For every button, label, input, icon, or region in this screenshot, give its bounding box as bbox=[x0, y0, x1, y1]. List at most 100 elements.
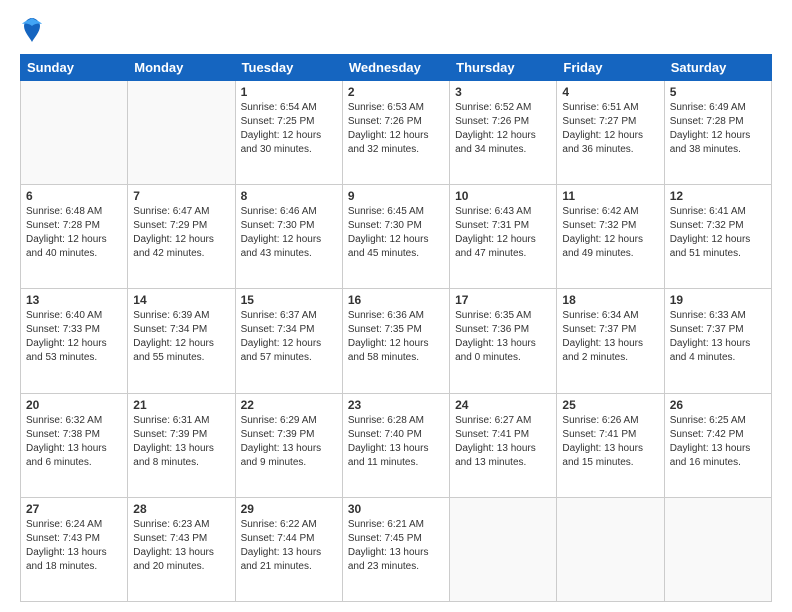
weekday-header-tuesday: Tuesday bbox=[235, 55, 342, 81]
day-number: 28 bbox=[133, 502, 229, 516]
day-info: Sunrise: 6:41 AM Sunset: 7:32 PM Dayligh… bbox=[670, 205, 766, 261]
weekday-header-monday: Monday bbox=[128, 55, 235, 81]
logo-bird-icon bbox=[20, 16, 44, 44]
calendar-cell: 5Sunrise: 6:49 AM Sunset: 7:28 PM Daylig… bbox=[664, 81, 771, 185]
day-info: Sunrise: 6:23 AM Sunset: 7:43 PM Dayligh… bbox=[133, 518, 229, 574]
day-number: 7 bbox=[133, 189, 229, 203]
day-info: Sunrise: 6:52 AM Sunset: 7:26 PM Dayligh… bbox=[455, 101, 551, 157]
weekday-header-row: SundayMondayTuesdayWednesdayThursdayFrid… bbox=[21, 55, 772, 81]
day-info: Sunrise: 6:43 AM Sunset: 7:31 PM Dayligh… bbox=[455, 205, 551, 261]
day-info: Sunrise: 6:36 AM Sunset: 7:35 PM Dayligh… bbox=[348, 309, 444, 365]
calendar-cell: 11 Sunrise: 6:42 AM Sunset: 7:32 PM Dayli… bbox=[557, 185, 664, 289]
calendar-cell: 28 Sunrise: 6:23 AM Sunset: 7:43 PM Dayli… bbox=[128, 497, 235, 601]
day-info: Sunrise: 6:48 AM Sunset: 7:28 PM Dayligh… bbox=[26, 205, 122, 261]
day-number: 19 bbox=[670, 293, 766, 307]
calendar-cell: 1Sunrise: 6:54 AM Sunset: 7:25 PM Daylig… bbox=[235, 81, 342, 185]
day-info: Sunrise: 6:42 AM Sunset: 7:32 PM Dayligh… bbox=[562, 205, 658, 261]
day-number: 6 bbox=[26, 189, 122, 203]
logo bbox=[20, 16, 48, 44]
week-row-2: 6 Sunrise: 6:48 AM Sunset: 7:28 PM Daylig… bbox=[21, 185, 772, 289]
weekday-header-wednesday: Wednesday bbox=[342, 55, 449, 81]
day-info: Sunrise: 6:32 AM Sunset: 7:38 PM Dayligh… bbox=[26, 414, 122, 470]
calendar-cell: 20 Sunrise: 6:32 AM Sunset: 7:38 PM Dayli… bbox=[21, 393, 128, 497]
calendar-cell: 26Sunrise: 6:25 AM Sunset: 7:42 PM Dayli… bbox=[664, 393, 771, 497]
day-info: Sunrise: 6:21 AM Sunset: 7:45 PM Dayligh… bbox=[348, 518, 444, 574]
day-number: 18 bbox=[562, 293, 658, 307]
day-info: Sunrise: 6:27 AM Sunset: 7:41 PM Dayligh… bbox=[455, 414, 551, 470]
day-number: 11 bbox=[562, 189, 658, 203]
weekday-header-sunday: Sunday bbox=[21, 55, 128, 81]
day-number: 20 bbox=[26, 398, 122, 412]
weekday-header-thursday: Thursday bbox=[450, 55, 557, 81]
calendar-cell: 17 Sunrise: 6:35 AM Sunset: 7:36 PM Dayli… bbox=[450, 289, 557, 393]
day-info: Sunrise: 6:40 AM Sunset: 7:33 PM Dayligh… bbox=[26, 309, 122, 365]
day-number: 8 bbox=[241, 189, 337, 203]
day-number: 10 bbox=[455, 189, 551, 203]
day-info: Sunrise: 6:54 AM Sunset: 7:25 PM Dayligh… bbox=[241, 101, 337, 157]
calendar-cell bbox=[557, 497, 664, 601]
day-number: 15 bbox=[241, 293, 337, 307]
calendar-cell: 24 Sunrise: 6:27 AM Sunset: 7:41 PM Dayli… bbox=[450, 393, 557, 497]
day-number: 14 bbox=[133, 293, 229, 307]
day-number: 23 bbox=[348, 398, 444, 412]
day-number: 17 bbox=[455, 293, 551, 307]
day-info: Sunrise: 6:51 AM Sunset: 7:27 PM Dayligh… bbox=[562, 101, 658, 157]
day-info: Sunrise: 6:35 AM Sunset: 7:36 PM Dayligh… bbox=[455, 309, 551, 365]
calendar-cell bbox=[21, 81, 128, 185]
calendar-cell: 13 Sunrise: 6:40 AM Sunset: 7:33 PM Dayli… bbox=[21, 289, 128, 393]
calendar-cell bbox=[128, 81, 235, 185]
week-row-3: 13 Sunrise: 6:40 AM Sunset: 7:33 PM Dayli… bbox=[21, 289, 772, 393]
day-info: Sunrise: 6:28 AM Sunset: 7:40 PM Dayligh… bbox=[348, 414, 444, 470]
day-number: 25 bbox=[562, 398, 658, 412]
calendar-cell: 9 Sunrise: 6:45 AM Sunset: 7:30 PM Daylig… bbox=[342, 185, 449, 289]
day-info: Sunrise: 6:53 AM Sunset: 7:26 PM Dayligh… bbox=[348, 101, 444, 157]
day-info: Sunrise: 6:49 AM Sunset: 7:28 PM Dayligh… bbox=[670, 101, 766, 157]
day-number: 22 bbox=[241, 398, 337, 412]
day-number: 29 bbox=[241, 502, 337, 516]
day-number: 3 bbox=[455, 85, 551, 99]
weekday-header-saturday: Saturday bbox=[664, 55, 771, 81]
day-number: 9 bbox=[348, 189, 444, 203]
calendar-cell: 15 Sunrise: 6:37 AM Sunset: 7:34 PM Dayli… bbox=[235, 289, 342, 393]
calendar-cell: 30Sunrise: 6:21 AM Sunset: 7:45 PM Dayli… bbox=[342, 497, 449, 601]
calendar-cell: 22Sunrise: 6:29 AM Sunset: 7:39 PM Dayli… bbox=[235, 393, 342, 497]
calendar-cell: 23 Sunrise: 6:28 AM Sunset: 7:40 PM Dayli… bbox=[342, 393, 449, 497]
calendar-cell: 12 Sunrise: 6:41 AM Sunset: 7:32 PM Dayli… bbox=[664, 185, 771, 289]
calendar-cell: 10 Sunrise: 6:43 AM Sunset: 7:31 PM Dayli… bbox=[450, 185, 557, 289]
calendar-cell: 4Sunrise: 6:51 AM Sunset: 7:27 PM Daylig… bbox=[557, 81, 664, 185]
calendar-table: SundayMondayTuesdayWednesdayThursdayFrid… bbox=[20, 54, 772, 602]
calendar-cell: 7 Sunrise: 6:47 AM Sunset: 7:29 PM Daylig… bbox=[128, 185, 235, 289]
calendar-cell: 3 Sunrise: 6:52 AM Sunset: 7:26 PM Daylig… bbox=[450, 81, 557, 185]
calendar-cell: 8 Sunrise: 6:46 AM Sunset: 7:30 PM Daylig… bbox=[235, 185, 342, 289]
day-number: 13 bbox=[26, 293, 122, 307]
day-info: Sunrise: 6:37 AM Sunset: 7:34 PM Dayligh… bbox=[241, 309, 337, 365]
calendar-cell: 16 Sunrise: 6:36 AM Sunset: 7:35 PM Dayli… bbox=[342, 289, 449, 393]
header bbox=[20, 16, 772, 44]
calendar-cell: 14Sunrise: 6:39 AM Sunset: 7:34 PM Dayli… bbox=[128, 289, 235, 393]
weekday-header-friday: Friday bbox=[557, 55, 664, 81]
day-info: Sunrise: 6:34 AM Sunset: 7:37 PM Dayligh… bbox=[562, 309, 658, 365]
calendar-cell: 19 Sunrise: 6:33 AM Sunset: 7:37 PM Dayli… bbox=[664, 289, 771, 393]
week-row-1: 1Sunrise: 6:54 AM Sunset: 7:25 PM Daylig… bbox=[21, 81, 772, 185]
calendar-cell: 18 Sunrise: 6:34 AM Sunset: 7:37 PM Dayli… bbox=[557, 289, 664, 393]
calendar-cell: 21 Sunrise: 6:31 AM Sunset: 7:39 PM Dayli… bbox=[128, 393, 235, 497]
day-info: Sunrise: 6:31 AM Sunset: 7:39 PM Dayligh… bbox=[133, 414, 229, 470]
day-info: Sunrise: 6:22 AM Sunset: 7:44 PM Dayligh… bbox=[241, 518, 337, 574]
day-number: 24 bbox=[455, 398, 551, 412]
day-info: Sunrise: 6:47 AM Sunset: 7:29 PM Dayligh… bbox=[133, 205, 229, 261]
week-row-4: 20 Sunrise: 6:32 AM Sunset: 7:38 PM Dayli… bbox=[21, 393, 772, 497]
day-number: 16 bbox=[348, 293, 444, 307]
calendar-cell: 25 Sunrise: 6:26 AM Sunset: 7:41 PM Dayli… bbox=[557, 393, 664, 497]
day-number: 12 bbox=[670, 189, 766, 203]
day-number: 21 bbox=[133, 398, 229, 412]
day-info: Sunrise: 6:24 AM Sunset: 7:43 PM Dayligh… bbox=[26, 518, 122, 574]
day-info: Sunrise: 6:33 AM Sunset: 7:37 PM Dayligh… bbox=[670, 309, 766, 365]
week-row-5: 27Sunrise: 6:24 AM Sunset: 7:43 PM Dayli… bbox=[21, 497, 772, 601]
day-info: Sunrise: 6:26 AM Sunset: 7:41 PM Dayligh… bbox=[562, 414, 658, 470]
day-info: Sunrise: 6:46 AM Sunset: 7:30 PM Dayligh… bbox=[241, 205, 337, 261]
calendar-cell: 27Sunrise: 6:24 AM Sunset: 7:43 PM Dayli… bbox=[21, 497, 128, 601]
page: SundayMondayTuesdayWednesdayThursdayFrid… bbox=[0, 0, 792, 612]
calendar-cell: 29 Sunrise: 6:22 AM Sunset: 7:44 PM Dayli… bbox=[235, 497, 342, 601]
day-info: Sunrise: 6:45 AM Sunset: 7:30 PM Dayligh… bbox=[348, 205, 444, 261]
calendar-cell bbox=[450, 497, 557, 601]
